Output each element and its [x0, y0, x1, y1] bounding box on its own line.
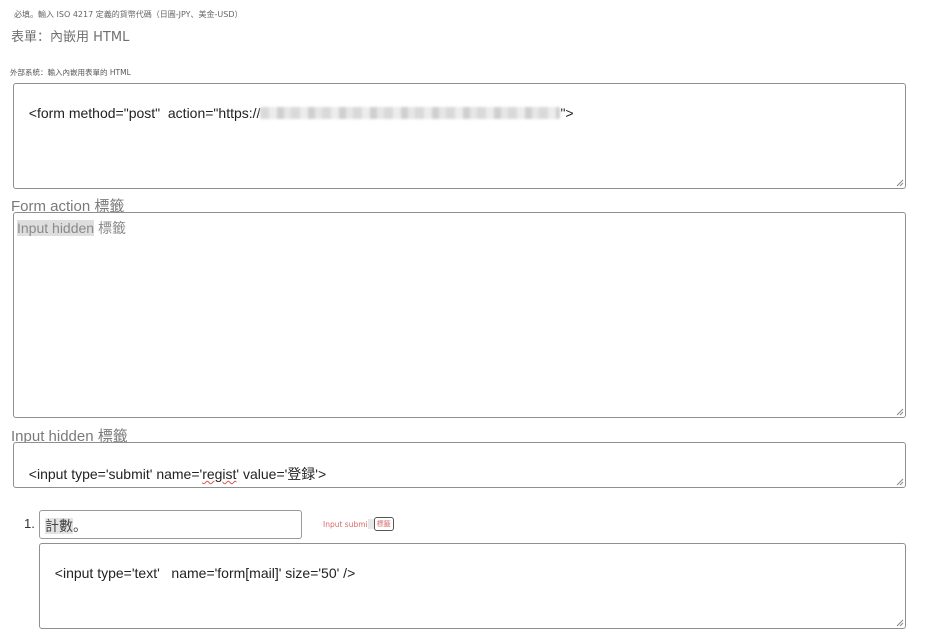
- mini-submit-box: 標籤: [373, 517, 394, 531]
- item-label-input[interactable]: 計數。: [39, 510, 302, 539]
- overlay-highlight: Input hidden: [17, 220, 95, 236]
- mini-submit-label: Input submi: [323, 519, 368, 529]
- form-action-textarea[interactable]: [13, 212, 906, 418]
- currency-hint: 必填。輸入 ISO 4217 定義的貨幣代碼（日圓-JPY、美金-USD）: [14, 10, 243, 19]
- resize-grip-icon[interactable]: [896, 619, 904, 627]
- form-html-textarea[interactable]: <form method="post" action="https:// ">: [13, 83, 906, 189]
- item-html-textarea[interactable]: <input type='text' name='form[mail]' siz…: [39, 543, 906, 629]
- external-system-label: 外部系統：輸入內嵌用表單的 HTML: [10, 68, 131, 77]
- item-label-highlight: 計數: [45, 518, 73, 534]
- form-embed-heading: 表單：內嵌用 HTML: [11, 30, 130, 45]
- item-label-rest: 。: [73, 518, 87, 534]
- redacted-url: [260, 107, 561, 119]
- resize-grip-icon[interactable]: [896, 408, 904, 416]
- overlay-rest: 標籤: [94, 220, 126, 236]
- input-hidden-textarea[interactable]: <input type='submit' name='regist' value…: [13, 442, 906, 488]
- form-html-suffix: ">: [560, 105, 574, 121]
- mini-submit-bar: [367, 519, 374, 529]
- list-item-number: 1.: [24, 516, 35, 531]
- resize-grip-icon[interactable]: [896, 179, 904, 187]
- item-html-value: <input type='text' name='form[mail]' siz…: [54, 565, 356, 581]
- input-hidden-before: <input type='submit' name=': [28, 466, 203, 482]
- spellcheck-word: regist: [202, 466, 237, 482]
- input-hidden-after: ' value='登録'>: [236, 466, 327, 482]
- form-html-prefix: <form method="post" action="https://: [28, 105, 261, 121]
- input-submit-drag-chip[interactable]: Input submi 標籤: [323, 517, 394, 531]
- dragged-input-hidden-label: Input hidden 標籤: [17, 218, 126, 238]
- resize-grip-icon[interactable]: [896, 478, 904, 486]
